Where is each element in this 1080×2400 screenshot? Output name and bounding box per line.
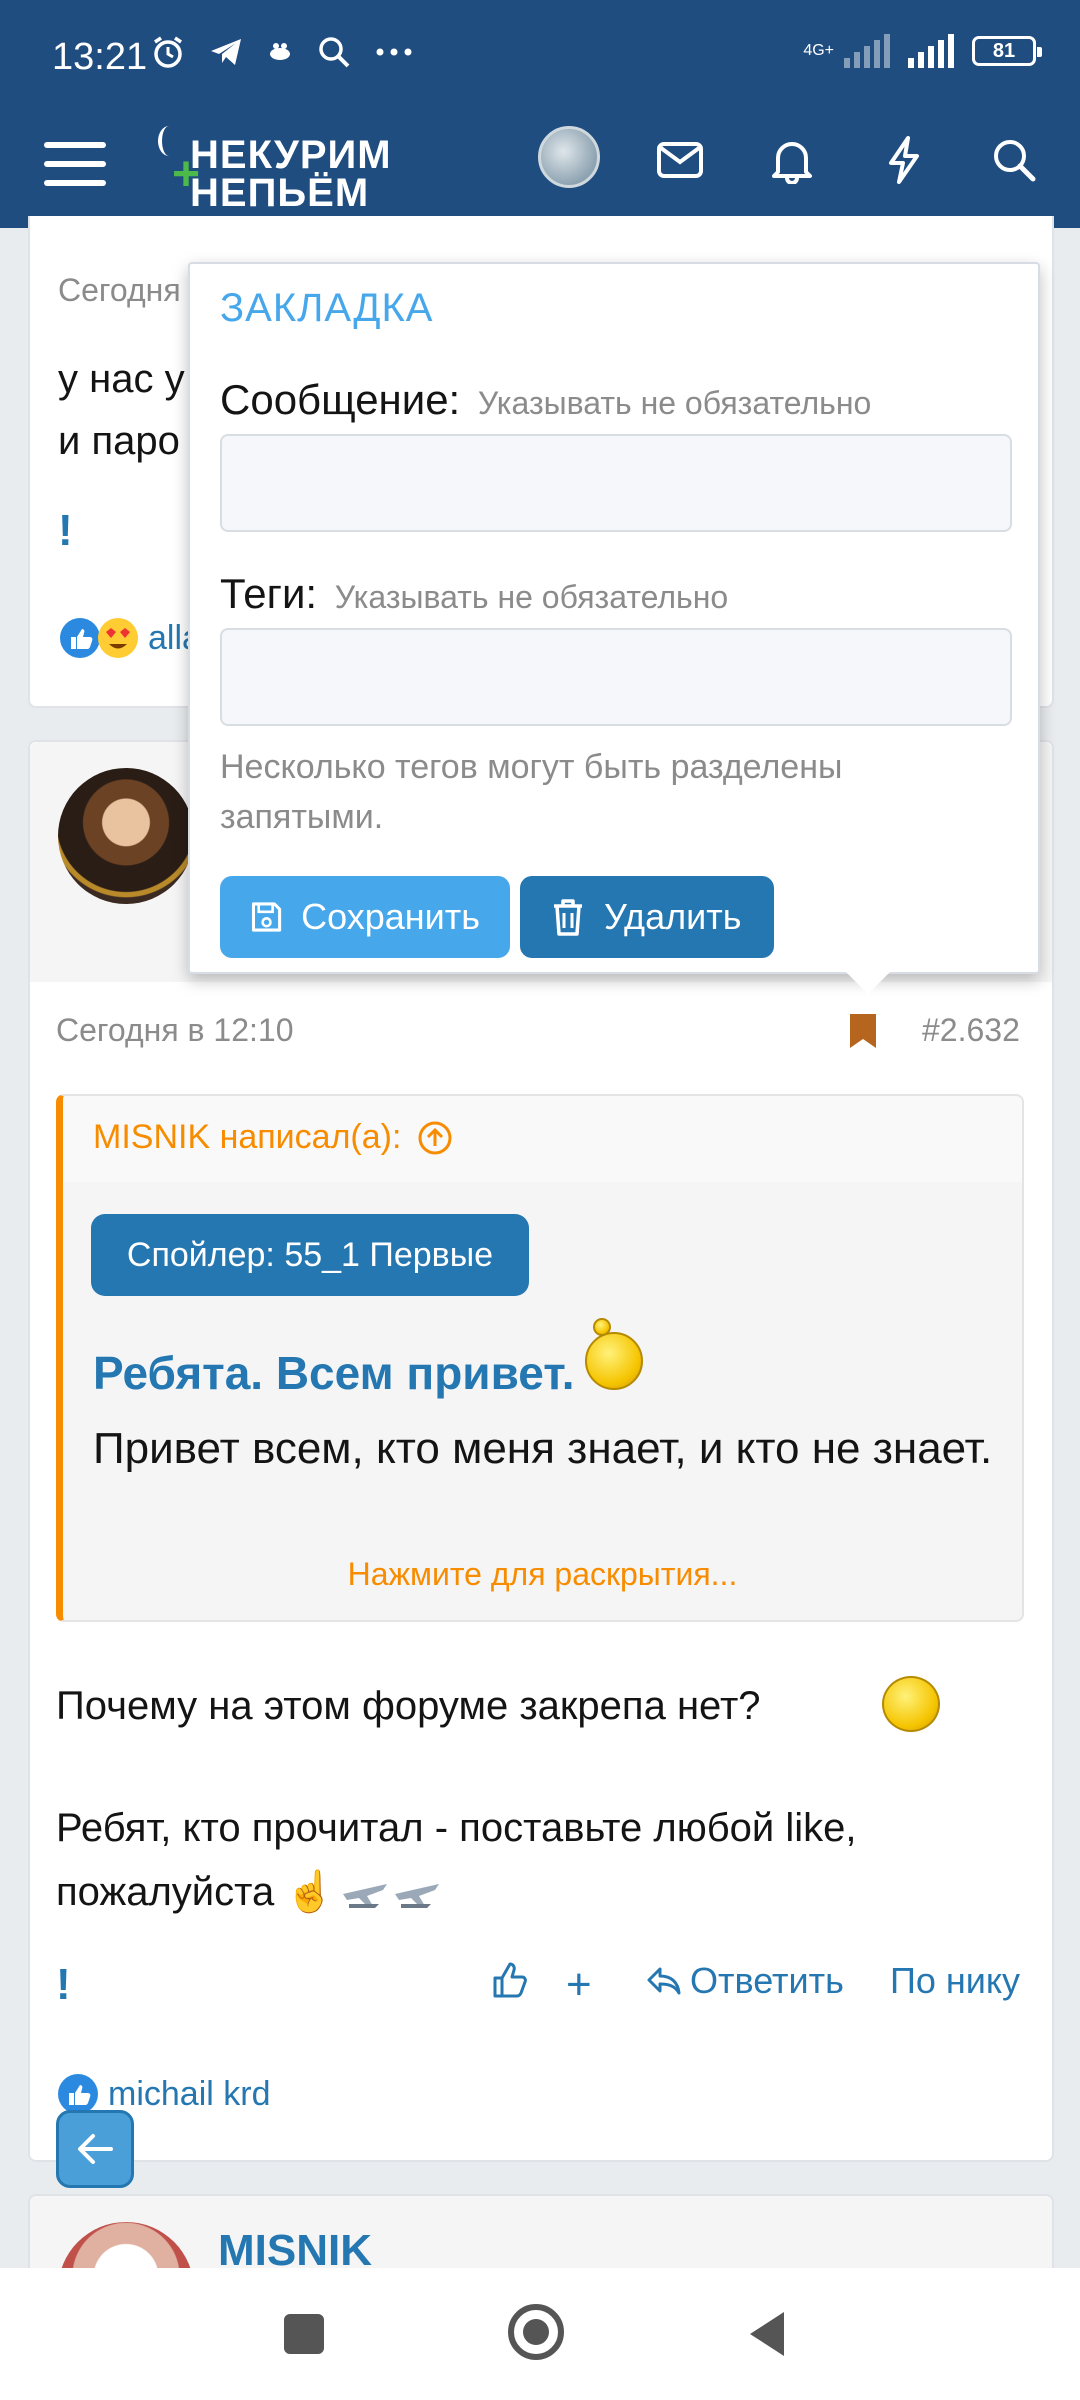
post-time: Сегодня [58, 272, 181, 308]
smile-emoji-icon [585, 1332, 643, 1390]
tags-label: Теги: [220, 570, 318, 617]
notifications-bell-icon[interactable] [762, 130, 822, 190]
tags-label-row: Теги: Указывать не обязательно [220, 570, 728, 618]
report-button[interactable]: ! [56, 1960, 71, 2010]
tags-note: Несколько тегов могут быть разделены зап… [220, 748, 843, 836]
trash-icon [554, 899, 582, 936]
telegram-icon [211, 39, 241, 65]
back-icon[interactable] [748, 2310, 788, 2358]
reply-icon [647, 1967, 681, 1995]
whats-new-lightning-icon[interactable] [874, 130, 934, 190]
status-time: 13:21 [52, 36, 148, 78]
airplane-emoji-icon [395, 1883, 440, 1908]
arrow-up-circle-icon[interactable] [417, 1120, 453, 1156]
battery-icon: 81 [972, 36, 1042, 66]
save-button[interactable]: Сохранить [220, 876, 510, 958]
bookmark-icon[interactable] [848, 1012, 878, 1050]
tags-input[interactable] [220, 628, 1012, 726]
logo-line1: НЕКУРИМ [190, 133, 392, 177]
author-avatar[interactable] [58, 768, 194, 904]
smile-emoji-bubble-icon [593, 1318, 611, 1336]
spoiler-button[interactable]: Спойлер: 55_1 Первые [91, 1214, 529, 1296]
shocked-emoji-icon [882, 1676, 940, 1732]
delete-label: Удалить [604, 896, 742, 937]
message-label: Сообщение: [220, 376, 461, 423]
reply-label: Ответить [690, 1960, 844, 2001]
home-icon[interactable] [508, 2304, 564, 2360]
tags-hint: Указывать не обязательно [334, 579, 729, 615]
quote-block: MISNIK написал(а): Спойлер: 55_1 Первые … [56, 1094, 1024, 1622]
alarm-icon [154, 36, 182, 68]
app-notification-icon [270, 43, 290, 60]
status-right-icons: 4G+ 81 [803, 34, 1042, 68]
post-time: Сегодня в 12:10 [56, 1012, 294, 1048]
more-icon [376, 48, 412, 56]
site-logo[interactable]: + НЕКУРИМ НЕПЬЁМ [150, 124, 420, 216]
message-input[interactable] [220, 434, 1012, 532]
post-text-line: пожалуйста ☝️ [56, 1870, 336, 1914]
like-button[interactable] [490, 1960, 530, 2000]
bookmark-popup: ЗАКЛАДКА Сообщение: Указывать не обязате… [188, 262, 1040, 994]
signal-icon-sim2 [908, 34, 954, 68]
search-icon[interactable] [984, 130, 1044, 190]
reaction-user[interactable]: michail krd [108, 2075, 270, 2114]
post-text-line: Ребят, кто прочитал - поставьте любой li… [56, 1806, 857, 1850]
quote-heading: Ребята. Всем привет. [93, 1347, 575, 1399]
message-label-row: Сообщение: Указывать не обязательно [220, 376, 871, 424]
quote-author-label: MISNIK написал(а): [93, 1118, 402, 1156]
system-nav-bar [0, 2268, 1080, 2400]
post-text-line: у нас у [58, 357, 185, 401]
back-to-top-button[interactable] [56, 2110, 134, 2188]
expand-quote-link[interactable]: Нажмите для раскрытия... [63, 1556, 1022, 1593]
popup-title: ЗАКЛАДКА [220, 286, 434, 330]
reactions-bar[interactable]: alla [58, 616, 201, 660]
network-type: 4G+ [803, 42, 834, 59]
message-hint: Указывать не обязательно [477, 385, 872, 421]
airplane-emoji-icon [343, 1883, 388, 1908]
by-nick-button[interactable]: По нику [890, 1960, 1020, 2002]
save-label: Сохранить [301, 896, 480, 937]
recents-icon[interactable] [284, 2314, 324, 2354]
signal-icon-sim1 [844, 34, 890, 68]
battery-level: 81 [992, 39, 1016, 62]
love-eyes-reaction-icon [98, 618, 138, 658]
menu-icon[interactable] [44, 134, 106, 194]
post-number[interactable]: #2.632 [922, 1012, 1020, 1049]
app-header: + НЕКУРИМ НЕПЬЁМ [0, 112, 1080, 228]
add-button[interactable]: + [566, 1960, 592, 2010]
user-avatar[interactable] [538, 126, 600, 188]
delete-button[interactable]: Удалить [520, 876, 774, 958]
arrow-left-icon [78, 2134, 113, 2164]
quote-fade [63, 1476, 1022, 1616]
post-text-line-wrap: пожалуйста ☝️ [56, 1868, 443, 1915]
thumbs-up-icon [493, 1962, 527, 1998]
search-status-icon [319, 37, 350, 68]
status-left-icons [150, 34, 414, 70]
logo-line2: НЕПЬЁМ [190, 171, 370, 215]
report-button[interactable]: ! [58, 506, 73, 556]
status-bar: 13:21 4G+ 81 [0, 0, 1080, 112]
post-text-line: и паро [58, 419, 180, 463]
quote-author[interactable]: MISNIK написал(а): [93, 1118, 453, 1157]
reply-button[interactable]: Ответить [646, 1960, 844, 2002]
save-icon [251, 902, 282, 932]
post-text-line: Почему на этом форуме закрепа нет? [56, 1684, 761, 1728]
messages-icon[interactable] [650, 130, 710, 190]
quote-text: Привет всем, кто меня знает, и кто не зн… [93, 1424, 993, 1473]
